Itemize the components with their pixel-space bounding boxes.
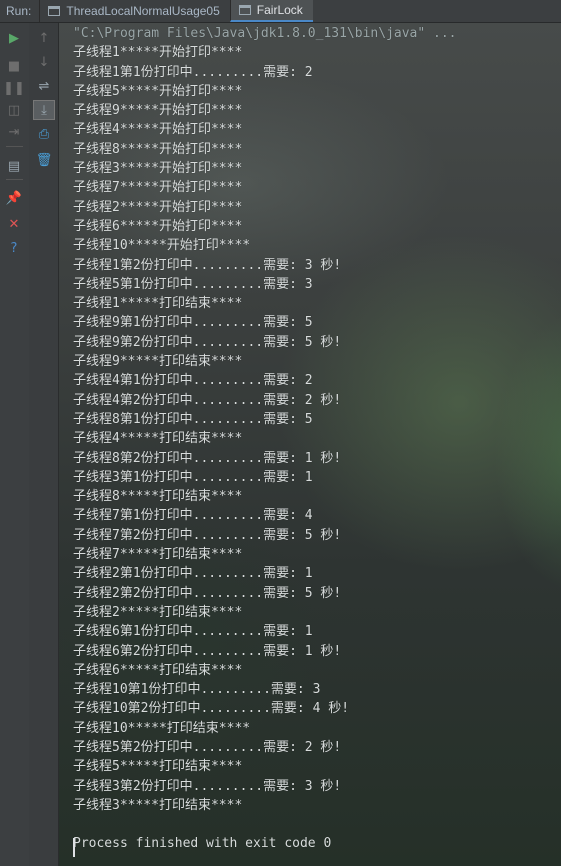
console-tab-icon: [48, 6, 61, 16]
console-line: 子线程5第1份打印中.........需要: 3: [73, 276, 313, 292]
console-line: 子线程5第2份打印中.........需要: 2 秒!: [73, 739, 342, 755]
console-line: 子线程6*****打印结束****: [73, 662, 243, 678]
console-line: 子线程2第1份打印中.........需要: 1: [73, 566, 313, 582]
console-line: 子线程1*****开始打印****: [73, 45, 243, 61]
console-line: 子线程9*****打印结束****: [73, 354, 243, 370]
run-tab-bar: Run: ThreadLocalNormalUsage05 FairLock: [0, 0, 561, 23]
console-line: 子线程3*****打印结束****: [73, 797, 243, 813]
clear-all-icon[interactable]: 🗑: [33, 150, 55, 170]
console-tab-icon: [238, 5, 251, 15]
console-line: 子线程6第2份打印中.........需要: 1 秒!: [73, 643, 342, 659]
help-icon[interactable]: ?: [3, 238, 25, 258]
console-line: 子线程4*****开始打印****: [73, 122, 243, 138]
console-line: 子线程6*****开始打印****: [73, 218, 243, 234]
up-icon[interactable]: ↑: [33, 28, 55, 48]
camera-icon[interactable]: ◫: [3, 100, 25, 120]
console-line: 子线程7第1份打印中.........需要: 4: [73, 508, 313, 524]
console-line: 子线程9第2份打印中.........需要: 5 秒!: [73, 334, 342, 350]
console-line: 子线程10*****打印结束****: [73, 720, 251, 736]
console-line: 子线程3*****开始打印****: [73, 161, 243, 177]
console-line: 子线程1第2份打印中.........需要: 3 秒!: [73, 257, 342, 273]
console-line: 子线程4*****打印结束****: [73, 431, 243, 447]
pin-tab-icon[interactable]: 📌: [3, 188, 25, 208]
console-line: 子线程7*****开始打印****: [73, 180, 243, 196]
pause-icon[interactable]: ❚❚: [3, 78, 25, 98]
stop-icon[interactable]: ■: [3, 56, 25, 76]
run-tool-window: Run: ThreadLocalNormalUsage05 FairLock ▶…: [0, 0, 561, 866]
tab-fairlock[interactable]: FairLock: [229, 0, 313, 22]
console-line: 子线程4第2份打印中.........需要: 2 秒!: [73, 392, 342, 408]
close-icon[interactable]: ✕: [3, 214, 25, 234]
run-label: Run:: [6, 4, 32, 18]
command-line: "C:\Program Files\Java\jdk1.8.0_131\bin\…: [73, 26, 457, 41]
text-cursor: [73, 838, 75, 857]
console-line: 子线程1*****打印结束****: [73, 296, 243, 312]
console-line: 子线程2*****打印结束****: [73, 604, 243, 620]
down-icon[interactable]: ↓: [33, 52, 55, 72]
console-line: 子线程5*****打印结束****: [73, 759, 243, 775]
console-line: 子线程2*****开始打印****: [73, 199, 243, 215]
console-line: 子线程8*****打印结束****: [73, 489, 243, 505]
console-line: 子线程10第2份打印中.........需要: 4 秒!: [73, 701, 350, 717]
console-toolbar: ↑ ↓ ⇌ ⤓ ⎙ 🗑: [29, 23, 59, 866]
scroll-to-end-icon[interactable]: ⤓: [33, 100, 55, 120]
tab-threadlocal-normal-usage[interactable]: ThreadLocalNormalUsage05: [39, 0, 229, 22]
console-line: 子线程1第1份打印中.........需要: 2: [73, 64, 313, 80]
console-lines: "C:\Program Files\Java\jdk1.8.0_131\bin\…: [73, 24, 457, 854]
toolbar-separator: [6, 146, 23, 147]
console-line: 子线程7*****打印结束****: [73, 547, 243, 563]
exit-icon[interactable]: ⇥: [3, 122, 25, 142]
soft-wrap-icon[interactable]: ⇌: [33, 76, 55, 96]
console-line: 子线程10第1份打印中.........需要: 3: [73, 682, 321, 698]
toolbar-separator: [6, 179, 23, 180]
dump-threads-icon[interactable]: ▤: [3, 156, 25, 176]
console-line: 子线程9*****开始打印****: [73, 103, 243, 119]
tab-label: FairLock: [256, 3, 303, 17]
console-line: 子线程10*****开始打印****: [73, 238, 251, 254]
print-icon[interactable]: ⎙: [33, 124, 55, 144]
console-output[interactable]: "C:\Program Files\Java\jdk1.8.0_131\bin\…: [59, 23, 561, 866]
tab-label: ThreadLocalNormalUsage05: [66, 4, 220, 18]
console-line: 子线程3第1份打印中.........需要: 1: [73, 469, 313, 485]
console-line: 子线程7第2份打印中.........需要: 5 秒!: [73, 527, 342, 543]
console-line: 子线程5*****开始打印****: [73, 83, 243, 99]
console-line: 子线程8*****开始打印****: [73, 141, 243, 157]
process-finished-message: Process finished with exit code 0: [73, 836, 332, 852]
console-line: 子线程8第2份打印中.........需要: 1 秒!: [73, 450, 342, 466]
rerun-icon[interactable]: ▶: [3, 28, 25, 48]
console-line: 子线程3第2份打印中.........需要: 3 秒!: [73, 778, 342, 794]
console-line: 子线程6第1份打印中.........需要: 1: [73, 624, 313, 640]
console-line: 子线程9第1份打印中.........需要: 5: [73, 315, 313, 331]
run-toolbar: ▶ ■ ❚❚ ◫ ⇥ ▤ 📌 ✕?: [0, 23, 30, 866]
console-line: 子线程8第1份打印中.........需要: 5: [73, 411, 313, 427]
console-line: 子线程4第1份打印中.........需要: 2: [73, 373, 313, 389]
console-line: 子线程2第2份打印中.........需要: 5 秒!: [73, 585, 342, 601]
